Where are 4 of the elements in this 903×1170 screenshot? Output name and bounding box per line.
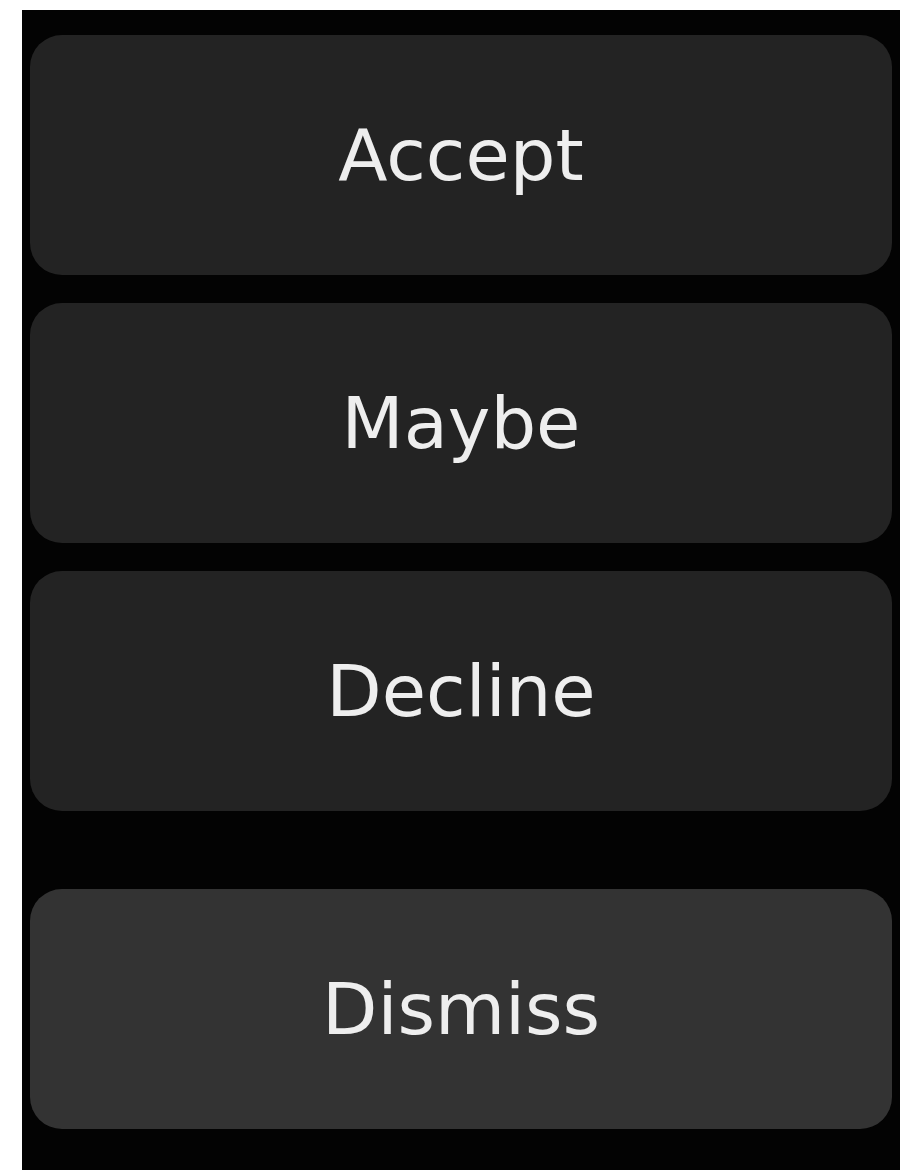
action-button[interactable]: Maybe xyxy=(30,303,892,543)
dismiss-button[interactable]: Dismiss xyxy=(30,889,892,1129)
action-button[interactable]: Accept xyxy=(30,35,892,275)
action-button[interactable]: Decline xyxy=(30,571,892,811)
